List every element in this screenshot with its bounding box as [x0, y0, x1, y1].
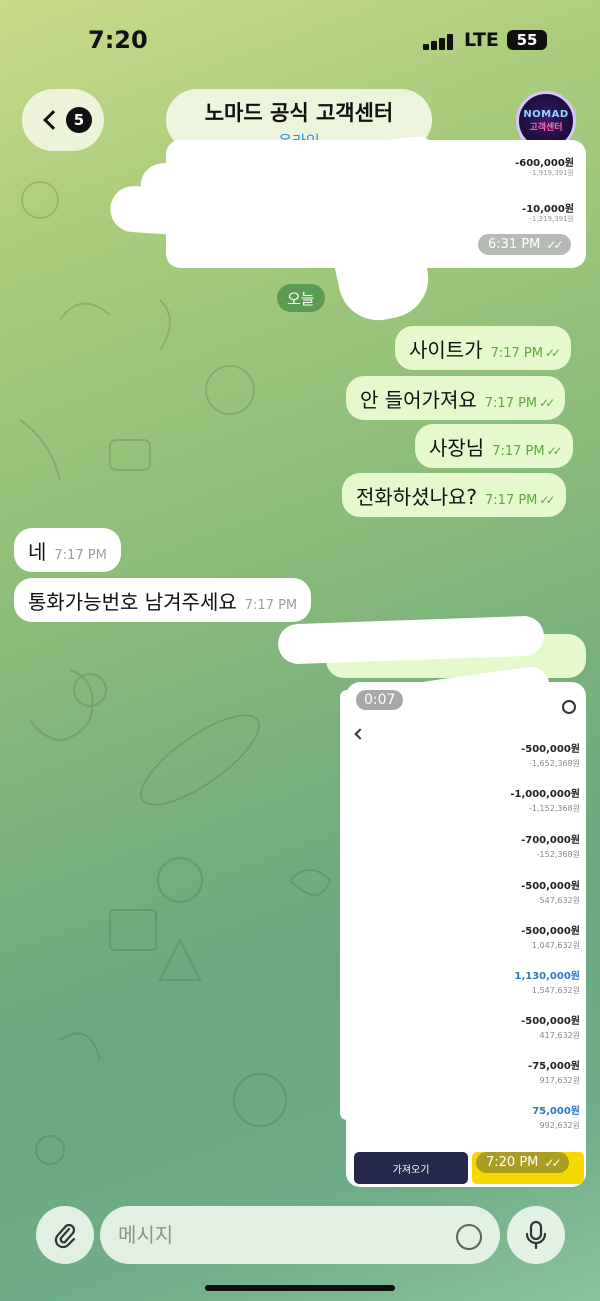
transaction-balance: 992,632원 [539, 1121, 580, 1130]
fetch-button: 가져오기 [354, 1152, 468, 1184]
status-bar: 7:20 LTE 55 [0, 0, 600, 80]
message-bubble-outgoing[interactable]: 전화하셨나요? 7:17 PM ✓✓ [342, 473, 566, 517]
message-meta: 7:17 PM ✓✓ [485, 492, 556, 508]
transaction-row: -500,000원 1,047,632원 [521, 922, 580, 951]
transaction-amount: -500,000원 [521, 926, 580, 937]
transaction-balance: 1,547,632원 [531, 986, 580, 995]
transaction-balance: 547,632원 [539, 896, 580, 905]
double-check-icon: ✓✓ [539, 493, 555, 507]
transaction-row: 1,130,000원 1,547,632원 [514, 967, 580, 996]
message-bubble-outgoing[interactable]: 사이트가 7:17 PM ✓✓ [395, 326, 572, 370]
transaction-balance: -1,152,368원 [529, 804, 580, 813]
transaction-amount: -10,000원 [522, 204, 574, 215]
signal-icon [423, 34, 455, 50]
message-time: 6:31 PM ✓✓ [478, 234, 571, 255]
microphone-button[interactable] [507, 1206, 565, 1264]
message-time: 7:17 PM [244, 597, 298, 613]
message-time: 7:17 PM [492, 443, 545, 459]
double-check-icon: ✓✓ [539, 396, 555, 410]
gear-icon [562, 700, 576, 714]
message-time: 7:17 PM [485, 492, 538, 508]
transaction-balance: -1,319,391원 [529, 215, 574, 223]
transaction-balance: -152,368원 [536, 850, 580, 859]
transaction-row: 75,000원 992,632원 [532, 1102, 580, 1131]
chevron-left-icon [354, 728, 366, 740]
transaction-row: -500,000원 417,632원 [521, 1012, 580, 1041]
chevron-left-icon [43, 110, 63, 130]
date-separator: 오늘 [277, 284, 325, 312]
image-message-bottom[interactable]: 0:07 -500,000원 -1,652,368원 -1,000,000원 -… [346, 682, 586, 1187]
transaction-row: -700,000원 -152,368원 [521, 831, 580, 860]
battery-icon: 55 [507, 30, 547, 50]
message-text: 사이트가 [409, 337, 483, 362]
message-meta: 7:17 PM ✓✓ [484, 395, 556, 411]
message-text: 안 들어가져요 [360, 387, 477, 412]
transaction-amount: -500,000원 [521, 881, 580, 892]
message-time: 7:17 PM [490, 345, 543, 361]
message-meta: 7:17 PM ✓✓ [490, 345, 562, 361]
video-duration: 0:07 [356, 690, 404, 710]
transaction-row: -500,000원 -1,652,368원 [521, 740, 580, 769]
double-check-icon: ✓✓ [546, 237, 563, 252]
avatar-text-bottom: 고객센터 [529, 123, 563, 133]
transaction-balance: 1,047,632원 [531, 941, 580, 950]
status-time: 7:20 [88, 26, 148, 54]
transaction-balance: -1,919,391원 [529, 169, 574, 177]
message-text: 통화가능번호 남겨주세요 [28, 589, 237, 614]
message-time-text: 7:20 PM [486, 1155, 539, 1170]
transaction-amount: -600,000원 [515, 158, 574, 169]
message-composer [0, 1190, 600, 1301]
microphone-icon [525, 1220, 547, 1250]
message-time-text: 6:31 PM [488, 237, 541, 252]
transaction-amount: -1,000,000원 [510, 789, 580, 800]
message-bubble-incoming[interactable]: 네 7:17 PM [14, 528, 121, 572]
transaction-balance: -1,652,368원 [529, 759, 580, 768]
network-type: LTE [464, 29, 499, 51]
sticker-icon[interactable] [456, 1224, 482, 1250]
double-check-icon: ✓✓ [544, 1155, 561, 1170]
transaction-row: -75,000원 917,632원 [528, 1057, 580, 1086]
transaction-amount: -500,000원 [521, 744, 580, 755]
transaction-balance: 417,632원 [539, 1031, 580, 1040]
double-check-icon: ✓✓ [545, 346, 561, 360]
transaction-amount: 75,000원 [532, 1106, 580, 1117]
home-indicator [205, 1285, 395, 1291]
transaction-amount: -500,000원 [521, 1016, 580, 1027]
message-bubble-outgoing[interactable]: 안 들어가져요 7:17 PM ✓✓ [346, 376, 566, 420]
paperclip-icon [54, 1223, 76, 1249]
double-check-icon: ✓✓ [546, 444, 563, 458]
transaction-balance: 917,632원 [539, 1076, 580, 1085]
transaction-amount: -75,000원 [528, 1061, 580, 1072]
message-text: 전화하셨나요? [356, 484, 478, 509]
avatar-text-top: NOMAD [523, 109, 569, 120]
message-text: 사장님 [429, 435, 485, 460]
transaction-amount: 1,130,000원 [514, 971, 580, 982]
message-bubble-incoming[interactable]: 통화가능번호 남겨주세요 7:17 PM [14, 578, 312, 622]
transaction-row: -1,000,000원 -1,152,368원 [510, 785, 580, 814]
message-time: 7:20 PM ✓✓ [476, 1152, 569, 1173]
transaction-row: -500,000원 547,632원 [521, 877, 580, 906]
back-button[interactable]: 5 [22, 89, 104, 151]
message-text: 네 [28, 539, 47, 564]
redaction-scribble [340, 690, 354, 1120]
chat-title: 노마드 공식 고객센터 [204, 101, 394, 125]
attach-button[interactable] [36, 1206, 94, 1264]
message-input[interactable] [100, 1206, 500, 1264]
message-meta: 7:17 PM ✓✓ [492, 443, 563, 459]
message-time: 7:17 PM [54, 547, 107, 563]
message-bubble-outgoing[interactable]: 사장님 7:17 PM ✓✓ [415, 424, 573, 468]
unread-count-badge: 5 [66, 107, 92, 133]
transaction-amount: -700,000원 [521, 835, 580, 846]
message-time: 7:17 PM [484, 395, 538, 411]
